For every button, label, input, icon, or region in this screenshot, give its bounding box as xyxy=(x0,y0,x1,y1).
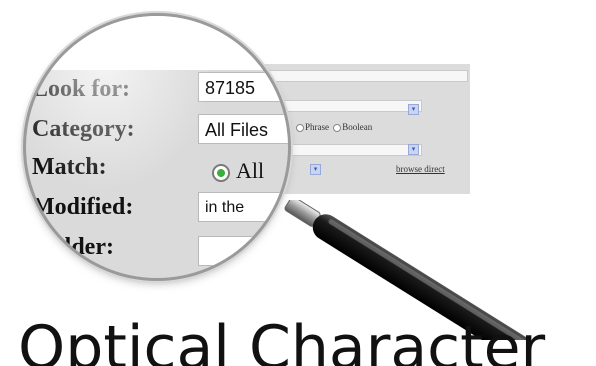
look-for-input: 87185 xyxy=(198,72,288,102)
label-modified: Modified: xyxy=(32,194,134,220)
ocr-illustration: ▾ Phrase Boolean ▾ ▾ browse direct Look … xyxy=(0,0,596,366)
caption-title: Optical Character xyxy=(18,313,546,366)
bg-radio-boolean-label: Boolean xyxy=(342,122,373,132)
label-category: Category: xyxy=(32,116,135,142)
category-select: All Files xyxy=(198,114,288,144)
match-radio-all-label: All xyxy=(236,158,265,183)
bg-radio-phrase-label: Phrase xyxy=(305,122,329,132)
chevron-down-icon: ▾ xyxy=(310,164,321,175)
chevron-down-icon: ▾ xyxy=(408,144,419,155)
radio-icon xyxy=(296,123,304,132)
modified-select: in the xyxy=(198,192,288,222)
label-look-for: Look for: xyxy=(32,76,130,102)
match-radio-all: All xyxy=(212,158,264,184)
chevron-down-icon: ▾ xyxy=(408,104,419,115)
label-match: Match: xyxy=(32,154,107,180)
label-folder: Folder: xyxy=(38,234,114,260)
bg-browse-link: browse direct xyxy=(396,164,445,174)
radio-selected-icon xyxy=(212,163,230,182)
radio-icon xyxy=(333,123,342,132)
lens-top-area xyxy=(26,16,288,70)
magnifier-lens: Look for: 87185 Category: All Files Matc… xyxy=(26,16,288,278)
bg-match-radio-group: Phrase Boolean xyxy=(294,122,372,132)
folder-input xyxy=(198,236,288,266)
